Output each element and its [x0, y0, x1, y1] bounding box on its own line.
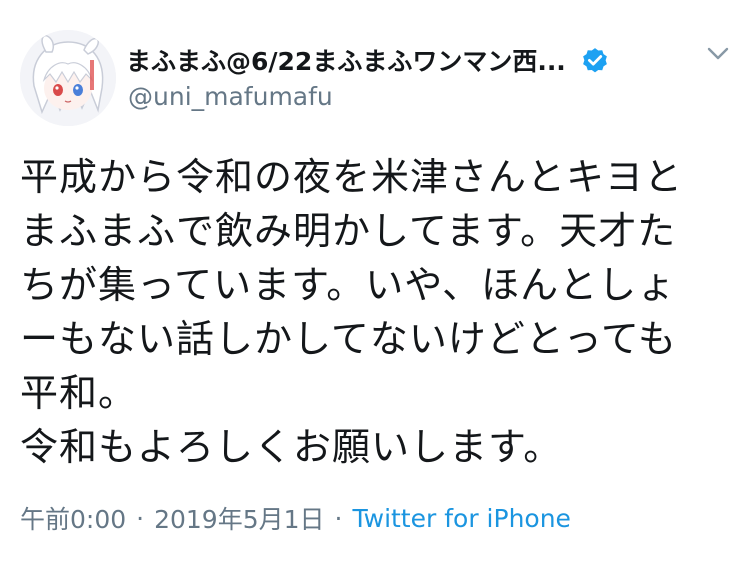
- chevron-down-icon[interactable]: [706, 46, 730, 62]
- tweet-time[interactable]: 午前0:00: [20, 500, 126, 536]
- avatar[interactable]: [20, 30, 116, 126]
- tweet-text: 平成から令和の夜を米津さんとキヨと まふまふで飲み明かしてます。天才た ちが集っ…: [20, 155, 684, 469]
- avatar-image: [20, 30, 116, 126]
- tweet-header: まふまふ@6/22まふまふワンマン西... @uni_mafumafu: [20, 30, 730, 128]
- display-name[interactable]: まふまふ@6/22まふまふワンマン西...: [126, 42, 566, 78]
- user-handle[interactable]: @uni_mafumafu: [128, 82, 333, 111]
- name-row: まふまふ@6/22まふまふワンマン西...: [126, 40, 686, 80]
- verified-badge-icon: [582, 48, 607, 73]
- meta-separator-2: ·: [334, 503, 343, 533]
- tweet-source-link[interactable]: Twitter for iPhone: [352, 504, 570, 533]
- tweet-date[interactable]: 2019年5月1日: [154, 500, 324, 536]
- tweet-meta: 午前0:00 · 2019年5月1日 · Twitter for iPhone: [20, 500, 571, 536]
- meta-separator: ·: [136, 503, 145, 533]
